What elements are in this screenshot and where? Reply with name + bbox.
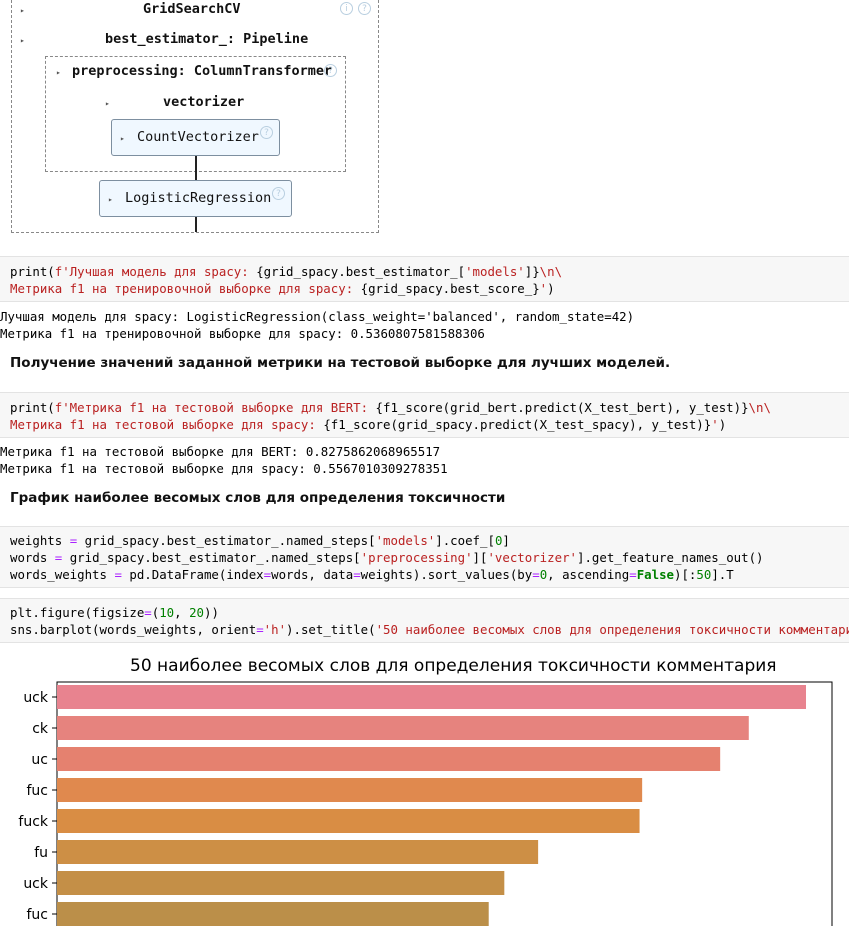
best-estimator-expand-icon[interactable]: ▸ <box>20 36 25 45</box>
y-tick-label: fuc <box>27 907 49 923</box>
bar-uck <box>57 871 505 895</box>
y-tick-label: ck <box>32 721 49 737</box>
pipeline-connector-bottom <box>195 217 197 232</box>
countvectorizer-help-icon[interactable]: ? <box>260 126 273 139</box>
y-tick-label: fu <box>34 845 48 861</box>
code-cell-4[interactable]: plt.figure(figsize=(10, 20)) sns.barplot… <box>0 598 849 643</box>
output-line: Метрика f1 на тренировочной выборке для … <box>0 326 485 341</box>
countvectorizer-label: CountVectorizer <box>137 129 259 145</box>
bar-chart: uck ck uc fuc fuck fu uck fuc <box>18 681 833 926</box>
code-line: print(f'Лучшая модель для spacy: {grid_s… <box>10 264 563 279</box>
code-line: print(f'Метрика f1 на тестовой выборке д… <box>10 400 771 415</box>
preprocessing-label[interactable]: preprocessing: ColumnTransformer <box>72 63 332 79</box>
best-estimator-label[interactable]: best_estimator_: Pipeline <box>105 31 308 47</box>
y-tick-label: uc <box>31 752 48 768</box>
info-icon[interactable]: i <box>340 2 353 15</box>
preprocessing-help-icon[interactable]: ? <box>324 64 337 77</box>
gridsearch-expand-icon[interactable]: ▸ <box>20 6 25 15</box>
code-line: words_weights = pd.DataFrame(index=words… <box>10 567 734 582</box>
markdown-heading: Получение значений заданной метрики на т… <box>10 355 671 371</box>
y-tick-label: fuck <box>18 814 48 830</box>
vectorizer-label[interactable]: vectorizer <box>163 94 244 110</box>
output-line: Метрика f1 на тестовой выборке для BERT:… <box>0 444 441 459</box>
markdown-heading: График наиболее весомых слов для определ… <box>10 490 506 506</box>
preprocessing-expand-icon[interactable]: ▸ <box>56 68 61 77</box>
vectorizer-expand-icon[interactable]: ▸ <box>105 99 110 108</box>
bar-fuc <box>57 778 643 802</box>
bar-fuc <box>57 902 489 926</box>
code-cell-1[interactable]: print(f'Лучшая модель для spacy: {grid_s… <box>0 256 849 302</box>
code-cell-2[interactable]: print(f'Метрика f1 на тестовой выборке д… <box>0 392 849 438</box>
countvectorizer-box[interactable]: ▸ CountVectorizer ? <box>111 119 280 156</box>
countvectorizer-expand-icon[interactable]: ▸ <box>120 134 125 143</box>
pipeline-connector <box>195 156 197 180</box>
code-line: weights = grid_spacy.best_estimator_.nam… <box>10 533 510 548</box>
gridsearch-label[interactable]: GridSearchCV <box>143 1 241 17</box>
code-line: plt.figure(figsize=(10, 20)) <box>10 605 219 620</box>
output-line: Лучшая модель для spacy: LogisticRegress… <box>0 309 635 324</box>
output-line: Метрика f1 на тестовой выборке для spacy… <box>0 461 448 476</box>
bar-uc <box>57 747 721 771</box>
y-tick-label: uck <box>23 876 49 892</box>
logisticregression-label: LogisticRegression <box>125 190 272 206</box>
logisticregression-box[interactable]: ▸ LogisticRegression ? <box>99 180 292 217</box>
help-icon[interactable]: ? <box>358 2 371 15</box>
logisticregression-help-icon[interactable]: ? <box>272 187 285 200</box>
code-line: Метрика f1 на тренировочной выборке для … <box>10 281 555 296</box>
bar-uck <box>57 685 806 709</box>
y-tick-label: fuc <box>27 783 49 799</box>
logisticregression-expand-icon[interactable]: ▸ <box>108 195 113 204</box>
code-line: sns.barplot(words_weights, orient='h').s… <box>10 622 849 637</box>
bar-fu <box>57 840 539 864</box>
chart-title: 50 наиболее весомых слов для определения… <box>130 656 777 676</box>
y-tick-label: uck <box>23 690 49 706</box>
bar-fuck <box>57 809 640 833</box>
code-cell-3[interactable]: weights = grid_spacy.best_estimator_.nam… <box>0 526 849 588</box>
code-line: Метрика f1 на тестовой выборке для spacy… <box>10 417 727 432</box>
code-line: words = grid_spacy.best_estimator_.named… <box>10 550 764 565</box>
bar-ck <box>57 716 749 740</box>
